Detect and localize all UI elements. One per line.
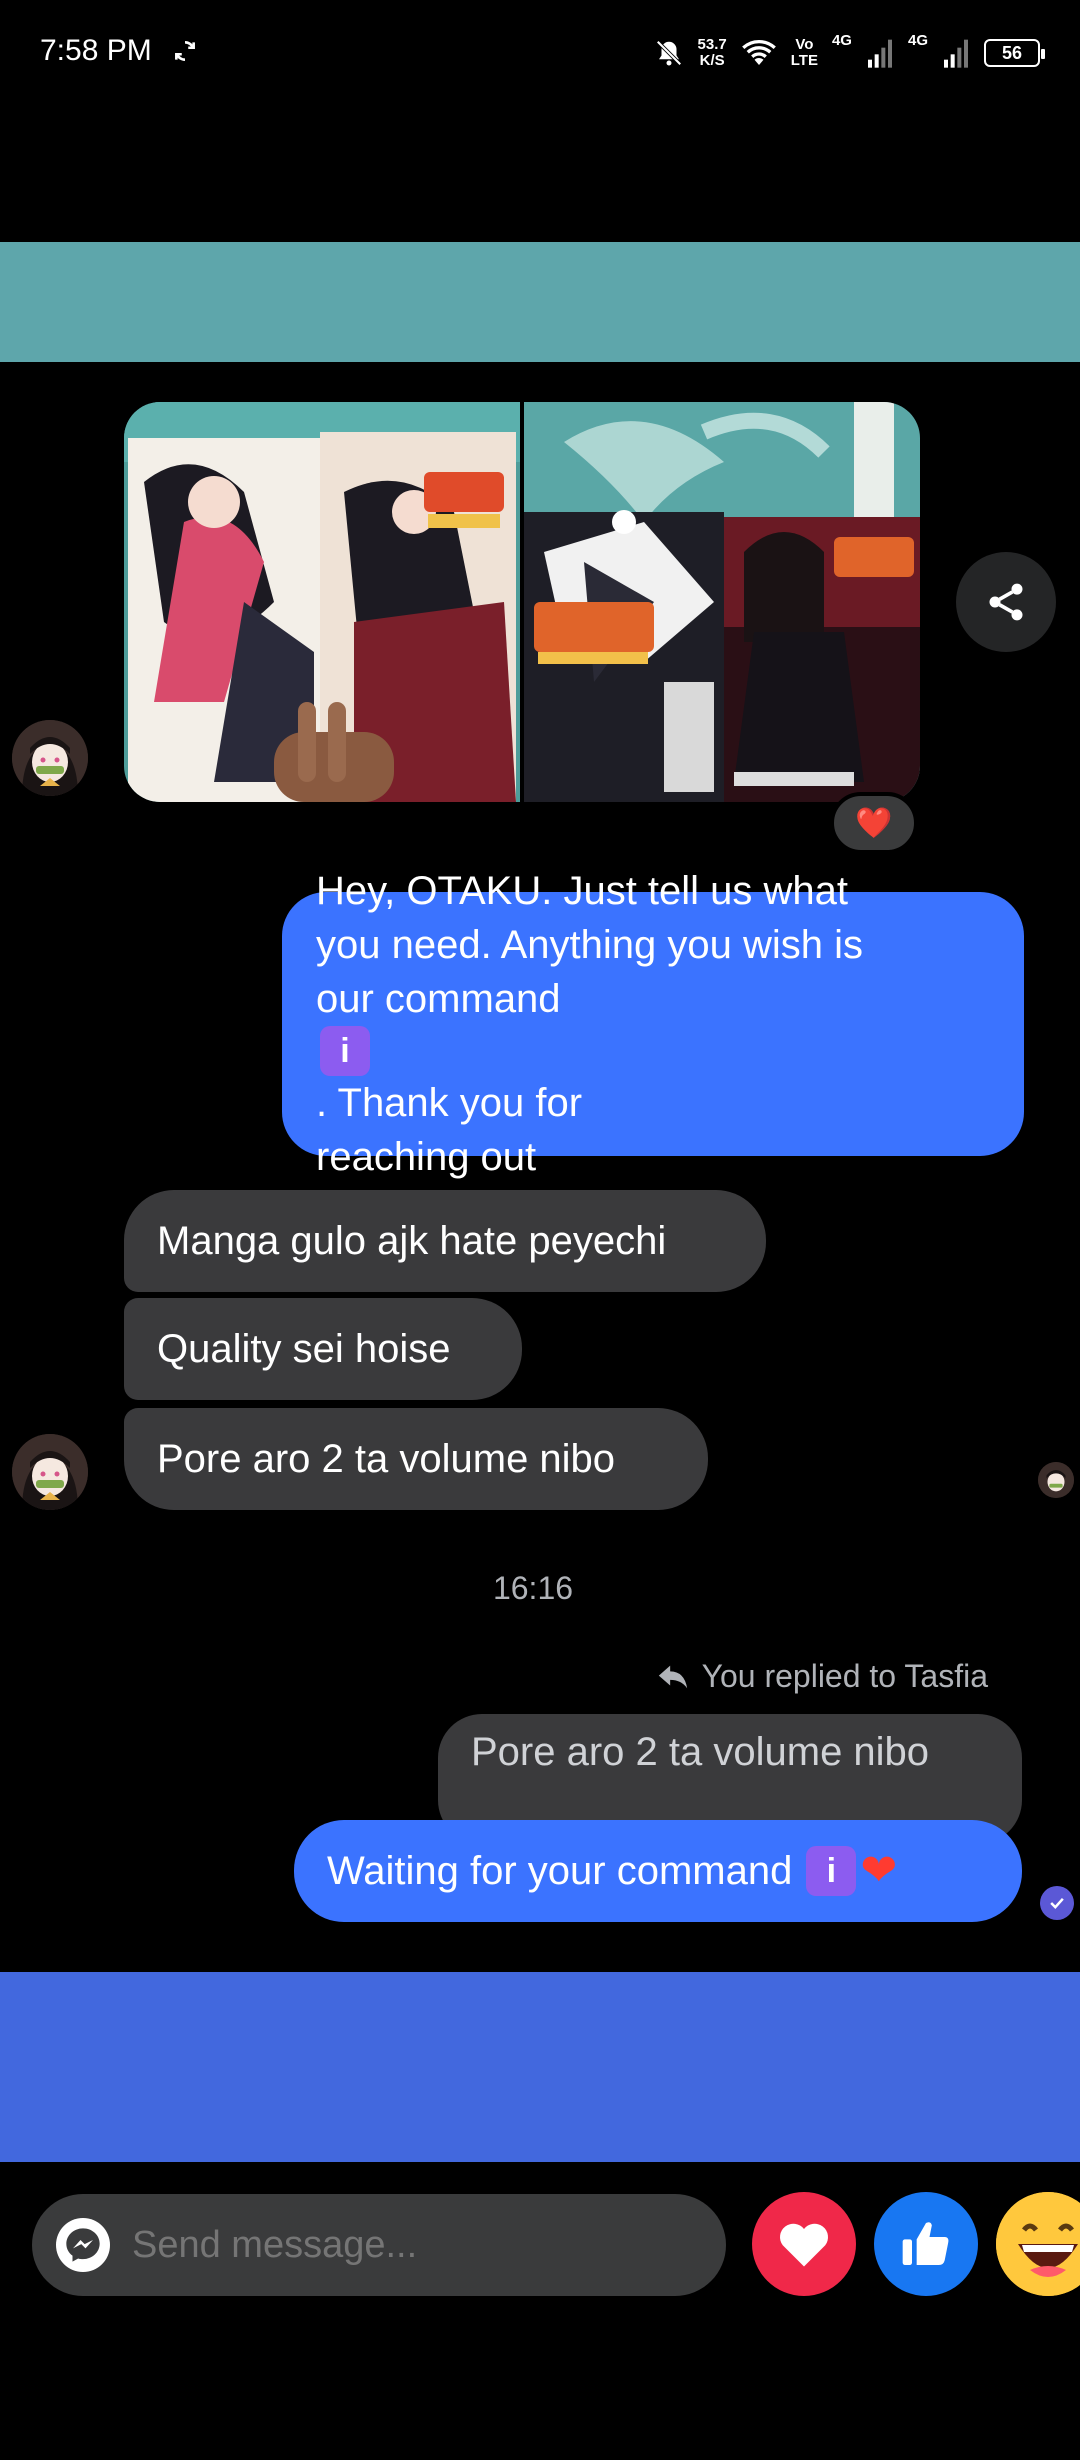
volte-indicator: Vo LTE (791, 37, 818, 69)
read-receipt-avatar (1038, 1462, 1074, 1498)
contact-avatar[interactable] (12, 1434, 88, 1510)
messenger-icon (56, 2218, 110, 2272)
message-timestamp: 16:16 (492, 1570, 574, 1606)
contact-avatar[interactable] (12, 720, 88, 796)
message-input[interactable] (132, 2223, 692, 2267)
heart-button[interactable] (752, 2192, 856, 2296)
like-button[interactable] (874, 2192, 978, 2296)
teal-banner (0, 242, 1080, 362)
volte-top: Vo (795, 36, 814, 53)
manga-photo-2[interactable] (524, 402, 920, 802)
network-type-2: 4G (907, 32, 928, 49)
laugh-emoji-icon (996, 2192, 1080, 2296)
incoming-message[interactable]: Pore aro 2 ta volume nibo (124, 1408, 708, 1510)
outgoing-reply-message[interactable]: Waiting for your command i ❤ (294, 1820, 1022, 1922)
outgoing-line-3a: our command (316, 977, 561, 1021)
photo-attachment[interactable] (124, 402, 920, 802)
outgoing-line-3: our command i . Thank you for (316, 972, 863, 1130)
heart-icon (779, 2223, 829, 2267)
heart-emoji: ❤ (860, 1846, 898, 1895)
incoming-message[interactable]: Manga gulo ajk hate peyechi (124, 1190, 766, 1292)
outgoing-message-text: Hey, OTAKU. Just tell us what you need. … (316, 864, 863, 1184)
sync-icon (175, 41, 195, 61)
incoming-message[interactable]: Quality sei hoise (124, 1298, 522, 1400)
reply-note: You replied to Tasfia (656, 1658, 988, 1695)
network-speed: 53.7 K/S (698, 37, 727, 69)
reaction-emoji: ❤️ (855, 806, 893, 840)
signal-icon (867, 39, 892, 68)
manga-photo-1[interactable] (124, 402, 520, 802)
wifi-icon (741, 40, 776, 65)
outgoing-reply-text: Waiting for your command (327, 1849, 793, 1893)
network-type-1: 4G (831, 32, 852, 49)
outgoing-message[interactable]: Hey, OTAKU. Just tell us what you need. … (282, 869, 1024, 1179)
mute-icon (655, 40, 682, 66)
info-emoji: i (320, 1026, 370, 1076)
battery-icon: 56 (984, 39, 1045, 67)
incoming-message-text: Pore aro 2 ta volume nibo (157, 1437, 616, 1481)
sent-check-icon (1040, 1886, 1074, 1920)
speed-value: 53.7 (697, 36, 727, 53)
status-icons: 53.7 K/S Vo LTE 4G 4G 56 (654, 28, 1045, 78)
share-icon (989, 583, 1023, 621)
incoming-message-text: Manga gulo ajk hate peyechi (157, 1219, 667, 1263)
info-emoji: i (806, 1846, 857, 1896)
outgoing-line-2: you need. Anything you wish is (316, 923, 864, 967)
message-composer[interactable] (32, 2194, 726, 2296)
outgoing-line-4: reaching out (316, 1135, 537, 1179)
heart-reaction[interactable]: ❤️ (830, 792, 918, 854)
speed-unit: K/S (699, 52, 725, 69)
volte-bottom: LTE (790, 52, 818, 69)
status-bar: 7:58 PM 53.7 K/S Vo LTE 4G 4G 56 (0, 0, 1080, 110)
outgoing-line-3b: . Thank you for (316, 1081, 583, 1125)
blue-banner (0, 1972, 1080, 2162)
incoming-message-text: Quality sei hoise (157, 1327, 451, 1371)
reply-note-text: You replied to Tasfia (701, 1658, 988, 1694)
quoted-message-text: Pore aro 2 ta volume nibo (471, 1730, 930, 1774)
share-button[interactable] (956, 552, 1056, 652)
reply-icon (658, 1665, 687, 1688)
laugh-emoji-button[interactable] (996, 2192, 1080, 2296)
signal-icon-2 (944, 39, 968, 68)
status-time: 7:58 PM (40, 34, 152, 67)
outgoing-line-1: Hey, OTAKU. Just tell us what (316, 869, 849, 913)
thumbs-up-icon (902, 2222, 949, 2265)
